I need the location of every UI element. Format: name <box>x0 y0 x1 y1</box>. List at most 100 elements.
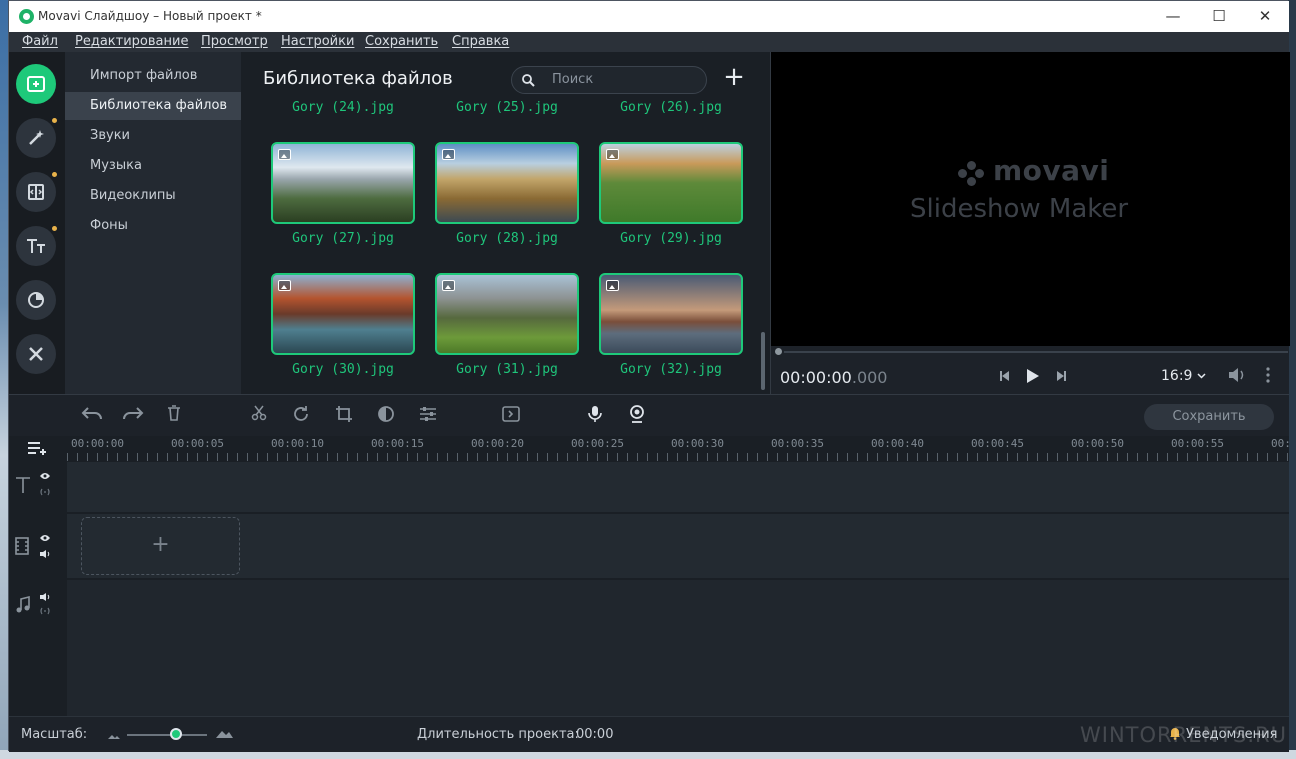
volume-button[interactable] <box>1227 367 1247 387</box>
sticker-icon <box>28 292 44 308</box>
movavi-logo-text: movavi <box>993 154 1110 187</box>
transitions-button[interactable] <box>16 172 56 212</box>
preview-timecode: 00:00:00.000 <box>780 368 887 387</box>
cut-button[interactable] <box>251 405 267 426</box>
search-input[interactable] <box>552 72 692 87</box>
preview-panel: movavi Slideshow Maker 00:00:00.000 16:9 <box>770 52 1290 394</box>
library-thumbnail[interactable] <box>599 142 743 224</box>
subnav-music[interactable]: Музыка <box>65 152 241 180</box>
eye-icon <box>40 535 50 541</box>
fit-frame-button[interactable] <box>502 405 520 428</box>
audio-track-link-button[interactable] <box>39 607 51 618</box>
subnav-sounds[interactable]: Звуки <box>65 122 241 150</box>
video-track-visibility-button[interactable] <box>39 534 51 545</box>
zoom-in-button[interactable] <box>215 727 233 743</box>
subnav-backgrounds[interactable]: Фоны <box>65 212 241 240</box>
title-bar: Movavi Слайдшоу – Новый проект * — ☐ ✕ <box>9 1 1289 32</box>
crop-button[interactable] <box>335 405 353 428</box>
menu-settings[interactable]: Настройки <box>281 34 354 49</box>
video-track[interactable]: + <box>67 514 1289 580</box>
titles-button[interactable] <box>16 226 56 266</box>
titles-dot <box>52 226 57 231</box>
timecode-ms: .000 <box>851 368 888 387</box>
subnav-import-files[interactable]: Импорт файлов <box>65 62 241 90</box>
color-adjust-button[interactable] <box>377 405 395 428</box>
rotate-button[interactable] <box>292 405 310 428</box>
link-icon <box>40 607 50 615</box>
image-type-icon <box>278 149 291 160</box>
library-title: Библиотека файлов <box>263 68 453 89</box>
thumb-label: Gory (24).jpg <box>292 100 394 115</box>
library-thumbnail[interactable] <box>435 273 579 355</box>
clip-properties-button[interactable] <box>419 405 437 428</box>
tool-sidebar <box>9 52 65 394</box>
more-options-button[interactable] <box>1266 367 1270 387</box>
library-thumbnail[interactable] <box>599 273 743 355</box>
library-scrollbar[interactable] <box>761 332 765 390</box>
next-frame-button[interactable] <box>1054 368 1068 387</box>
file-library-panel: Библиотека файлов + Gory (24).jpg Gory (… <box>241 52 770 394</box>
text-track-link-button[interactable] <box>39 488 51 499</box>
ruler-label: 00:00:45 <box>971 437 1024 450</box>
subnav-videoclips[interactable]: Видеоклипы <box>65 182 241 210</box>
scissors-icon <box>251 405 267 421</box>
record-voice-button[interactable] <box>588 405 602 428</box>
zoom-slider-track[interactable] <box>127 734 207 736</box>
import-button[interactable] <box>16 64 56 104</box>
more-tools-button[interactable] <box>16 334 56 374</box>
import-subnav: Импорт файлов Библиотека файлов Звуки Му… <box>65 52 241 394</box>
add-track-button[interactable] <box>27 440 49 460</box>
maximize-button[interactable]: ☐ <box>1196 1 1242 32</box>
watermark: WINTORRENTS.RU <box>1080 723 1287 747</box>
text-track-visibility-button[interactable] <box>39 472 51 483</box>
menu-file[interactable]: Файл <box>22 34 58 49</box>
audio-track[interactable] <box>67 580 1289 716</box>
zoom-slider-knob[interactable] <box>170 728 182 740</box>
add-file-button[interactable]: + <box>721 64 747 92</box>
library-thumbnail[interactable] <box>271 273 415 355</box>
menu-help[interactable]: Справка <box>452 34 509 49</box>
timeline-tracks[interactable]: + <box>67 462 1289 716</box>
menu-edit[interactable]: Редактирование <box>75 34 188 49</box>
speaker-icon <box>40 593 50 601</box>
fit-frame-icon <box>502 406 520 422</box>
timeline-ruler[interactable]: 00:00:00 00:00:05 00:00:10 00:00:15 00:0… <box>67 436 1289 462</box>
play-button[interactable] <box>1024 368 1040 388</box>
desktop-background <box>0 0 8 759</box>
image-type-icon <box>442 280 455 291</box>
audio-track-mute-button[interactable] <box>39 592 51 605</box>
preview-progress-track[interactable] <box>777 351 1288 353</box>
thumb-label: Gory (28).jpg <box>456 231 558 246</box>
titles-icon <box>27 239 45 253</box>
video-track-icon <box>14 537 30 559</box>
menu-view[interactable]: Просмотр <box>201 34 268 49</box>
search-box[interactable] <box>511 66 707 94</box>
crop-icon <box>336 406 352 422</box>
image-type-icon <box>606 280 619 291</box>
duration-label: Длительность проекта: <box>417 727 579 742</box>
subnav-file-library[interactable]: Библиотека файлов <box>65 92 241 120</box>
stickers-button[interactable] <box>16 280 56 320</box>
webcam-button[interactable] <box>629 405 645 428</box>
search-icon <box>522 74 535 87</box>
undo-button[interactable] <box>81 405 103 426</box>
thumb-label: Gory (32).jpg <box>620 362 722 377</box>
speaker-icon <box>40 550 50 558</box>
aspect-ratio-select[interactable]: 16:9 <box>1161 368 1206 384</box>
delete-button[interactable] <box>167 405 181 426</box>
prev-frame-button[interactable] <box>998 368 1012 387</box>
preview-progress-knob[interactable] <box>773 346 784 357</box>
menu-save[interactable]: Сохранить <box>365 34 438 49</box>
zoom-out-button[interactable] <box>107 729 121 744</box>
text-track[interactable] <box>67 462 1289 514</box>
ruler-label: 00:00:15 <box>371 437 424 450</box>
video-track-mute-button[interactable] <box>39 549 51 562</box>
add-media-dropzone[interactable]: + <box>81 517 240 575</box>
close-button[interactable]: ✕ <box>1242 1 1288 32</box>
filters-button[interactable] <box>16 118 56 158</box>
library-thumbnail[interactable] <box>435 142 579 224</box>
save-button[interactable]: Сохранить <box>1144 404 1274 430</box>
library-thumbnail[interactable] <box>271 142 415 224</box>
redo-button[interactable] <box>122 405 144 426</box>
minimize-button[interactable]: — <box>1150 1 1196 32</box>
